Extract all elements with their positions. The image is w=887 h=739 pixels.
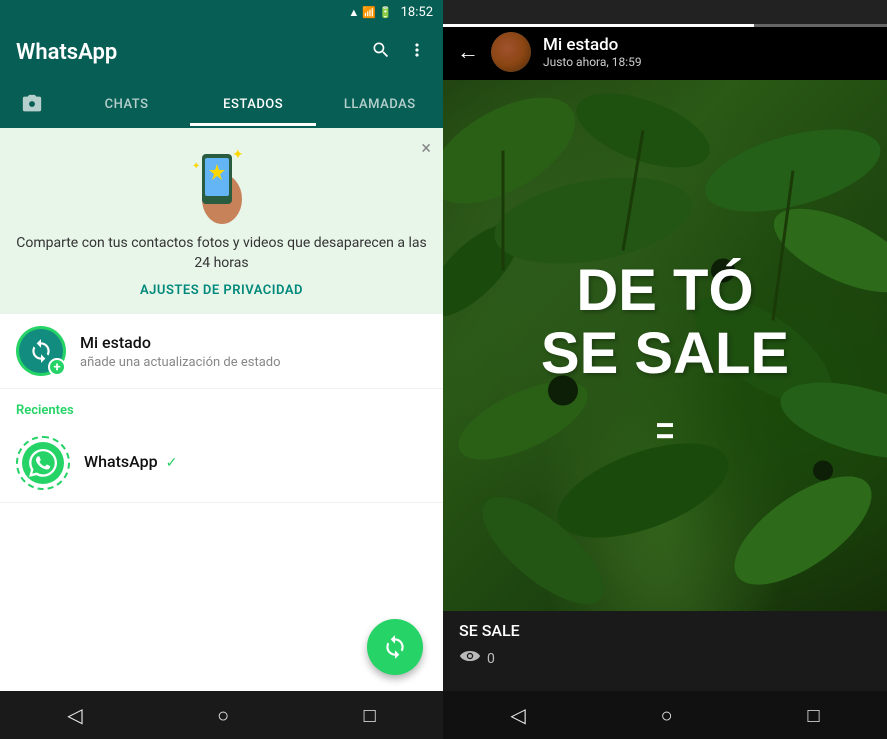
more-options-icon[interactable]: [407, 40, 427, 65]
views-eye-icon: [459, 648, 481, 669]
search-icon[interactable]: [371, 40, 391, 65]
recientes-label: Recientes: [16, 403, 74, 418]
left-nav-bar: ◁ ○ □: [0, 691, 443, 739]
status-image-container: DE TÓ SE SALE _: [443, 80, 887, 611]
right-header: ← Mi estado Justo ahora, 18:59: [443, 24, 887, 80]
my-status-info: Mi estado añade una actualización de est…: [80, 333, 281, 370]
nav-back-icon[interactable]: ◁: [67, 703, 82, 727]
tab-camera[interactable]: [0, 79, 63, 129]
right-status-bar: [443, 0, 887, 24]
status-caption: SE SALE: [459, 621, 871, 640]
right-avatar: [491, 32, 531, 72]
right-nav-back-icon[interactable]: ◁: [510, 703, 525, 727]
signal-icon: ▲: [348, 6, 359, 19]
right-nav-recent-icon[interactable]: □: [807, 703, 819, 728]
tab-estados[interactable]: ESTADOS: [190, 83, 317, 126]
app-header: WhatsApp: [0, 24, 443, 80]
status-main-text-line1: DE TÓ: [443, 259, 887, 323]
tab-llamadas[interactable]: LLAMADAS: [316, 83, 443, 126]
my-status-subtitle: añade una actualización de estado: [80, 355, 281, 370]
privacy-settings-link[interactable]: AJUSTES DE PRIVACIDAD: [140, 283, 303, 298]
right-title: Mi estado: [543, 35, 642, 55]
my-status-name: Mi estado: [80, 333, 281, 352]
right-nav-home-icon[interactable]: ○: [661, 703, 673, 728]
promo-close-button[interactable]: ×: [421, 138, 431, 159]
promo-illustration: ✦ ✦: [182, 144, 262, 224]
whatsapp-avatar-inner: [22, 442, 64, 484]
status-text-overlay: DE TÓ SE SALE _: [443, 259, 887, 433]
status-bar: ▲ 📶 🔋 18:52: [0, 0, 443, 24]
whatsapp-name: WhatsApp ✓: [84, 452, 177, 471]
status-main-text-line2: SE SALE: [443, 323, 887, 387]
svg-text:✦: ✦: [192, 161, 200, 172]
whatsapp-status-item[interactable]: WhatsApp ✓: [0, 424, 443, 503]
right-subtitle: Justo ahora, 18:59: [543, 55, 642, 69]
left-panel: ▲ 📶 🔋 18:52 WhatsApp: [0, 0, 443, 739]
tab-chats[interactable]: CHATS: [63, 83, 190, 126]
status-icons: ▲ 📶 🔋: [348, 6, 392, 19]
right-panel: ← Mi estado Justo ahora, 18:59: [443, 0, 887, 739]
nav-recent-icon[interactable]: □: [364, 703, 376, 728]
status-bottom: SE SALE 0: [443, 611, 887, 691]
wifi-icon: 📶: [362, 6, 376, 19]
promo-text: Comparte con tus contactos fotos y video…: [16, 234, 427, 273]
right-avatar-image: [491, 32, 531, 72]
my-status-avatar: +: [16, 326, 66, 376]
status-progress-bar: [443, 24, 887, 27]
right-nav-bar: ◁ ○ □: [443, 691, 887, 739]
status-views: 0: [459, 648, 871, 669]
app-title: WhatsApp: [16, 40, 117, 65]
views-count: 0: [487, 651, 495, 667]
whatsapp-status-avatar: [16, 436, 70, 490]
nav-home-icon[interactable]: ○: [217, 703, 229, 728]
right-title-group: Mi estado Justo ahora, 18:59: [543, 35, 642, 69]
promo-banner: × ✦ ✦ Comparte con tus contactos fotos y…: [0, 128, 443, 314]
verified-badge: ✓: [166, 455, 178, 471]
tabs-bar: CHATS ESTADOS LLAMADAS: [0, 80, 443, 128]
header-icons: [371, 40, 427, 65]
recientes-header: Recientes: [0, 389, 443, 424]
right-back-button[interactable]: ←: [457, 39, 479, 65]
status-time: 18:52: [401, 5, 433, 20]
status-progress-fill: [443, 24, 754, 27]
battery-icon: 🔋: [379, 6, 393, 19]
fab-button[interactable]: [367, 619, 423, 675]
my-status-item[interactable]: + Mi estado añade una actualización de e…: [0, 314, 443, 389]
status-background-image: DE TÓ SE SALE _: [443, 80, 887, 611]
whatsapp-status-info: WhatsApp ✓: [84, 452, 177, 474]
svg-text:✦: ✦: [232, 147, 244, 163]
